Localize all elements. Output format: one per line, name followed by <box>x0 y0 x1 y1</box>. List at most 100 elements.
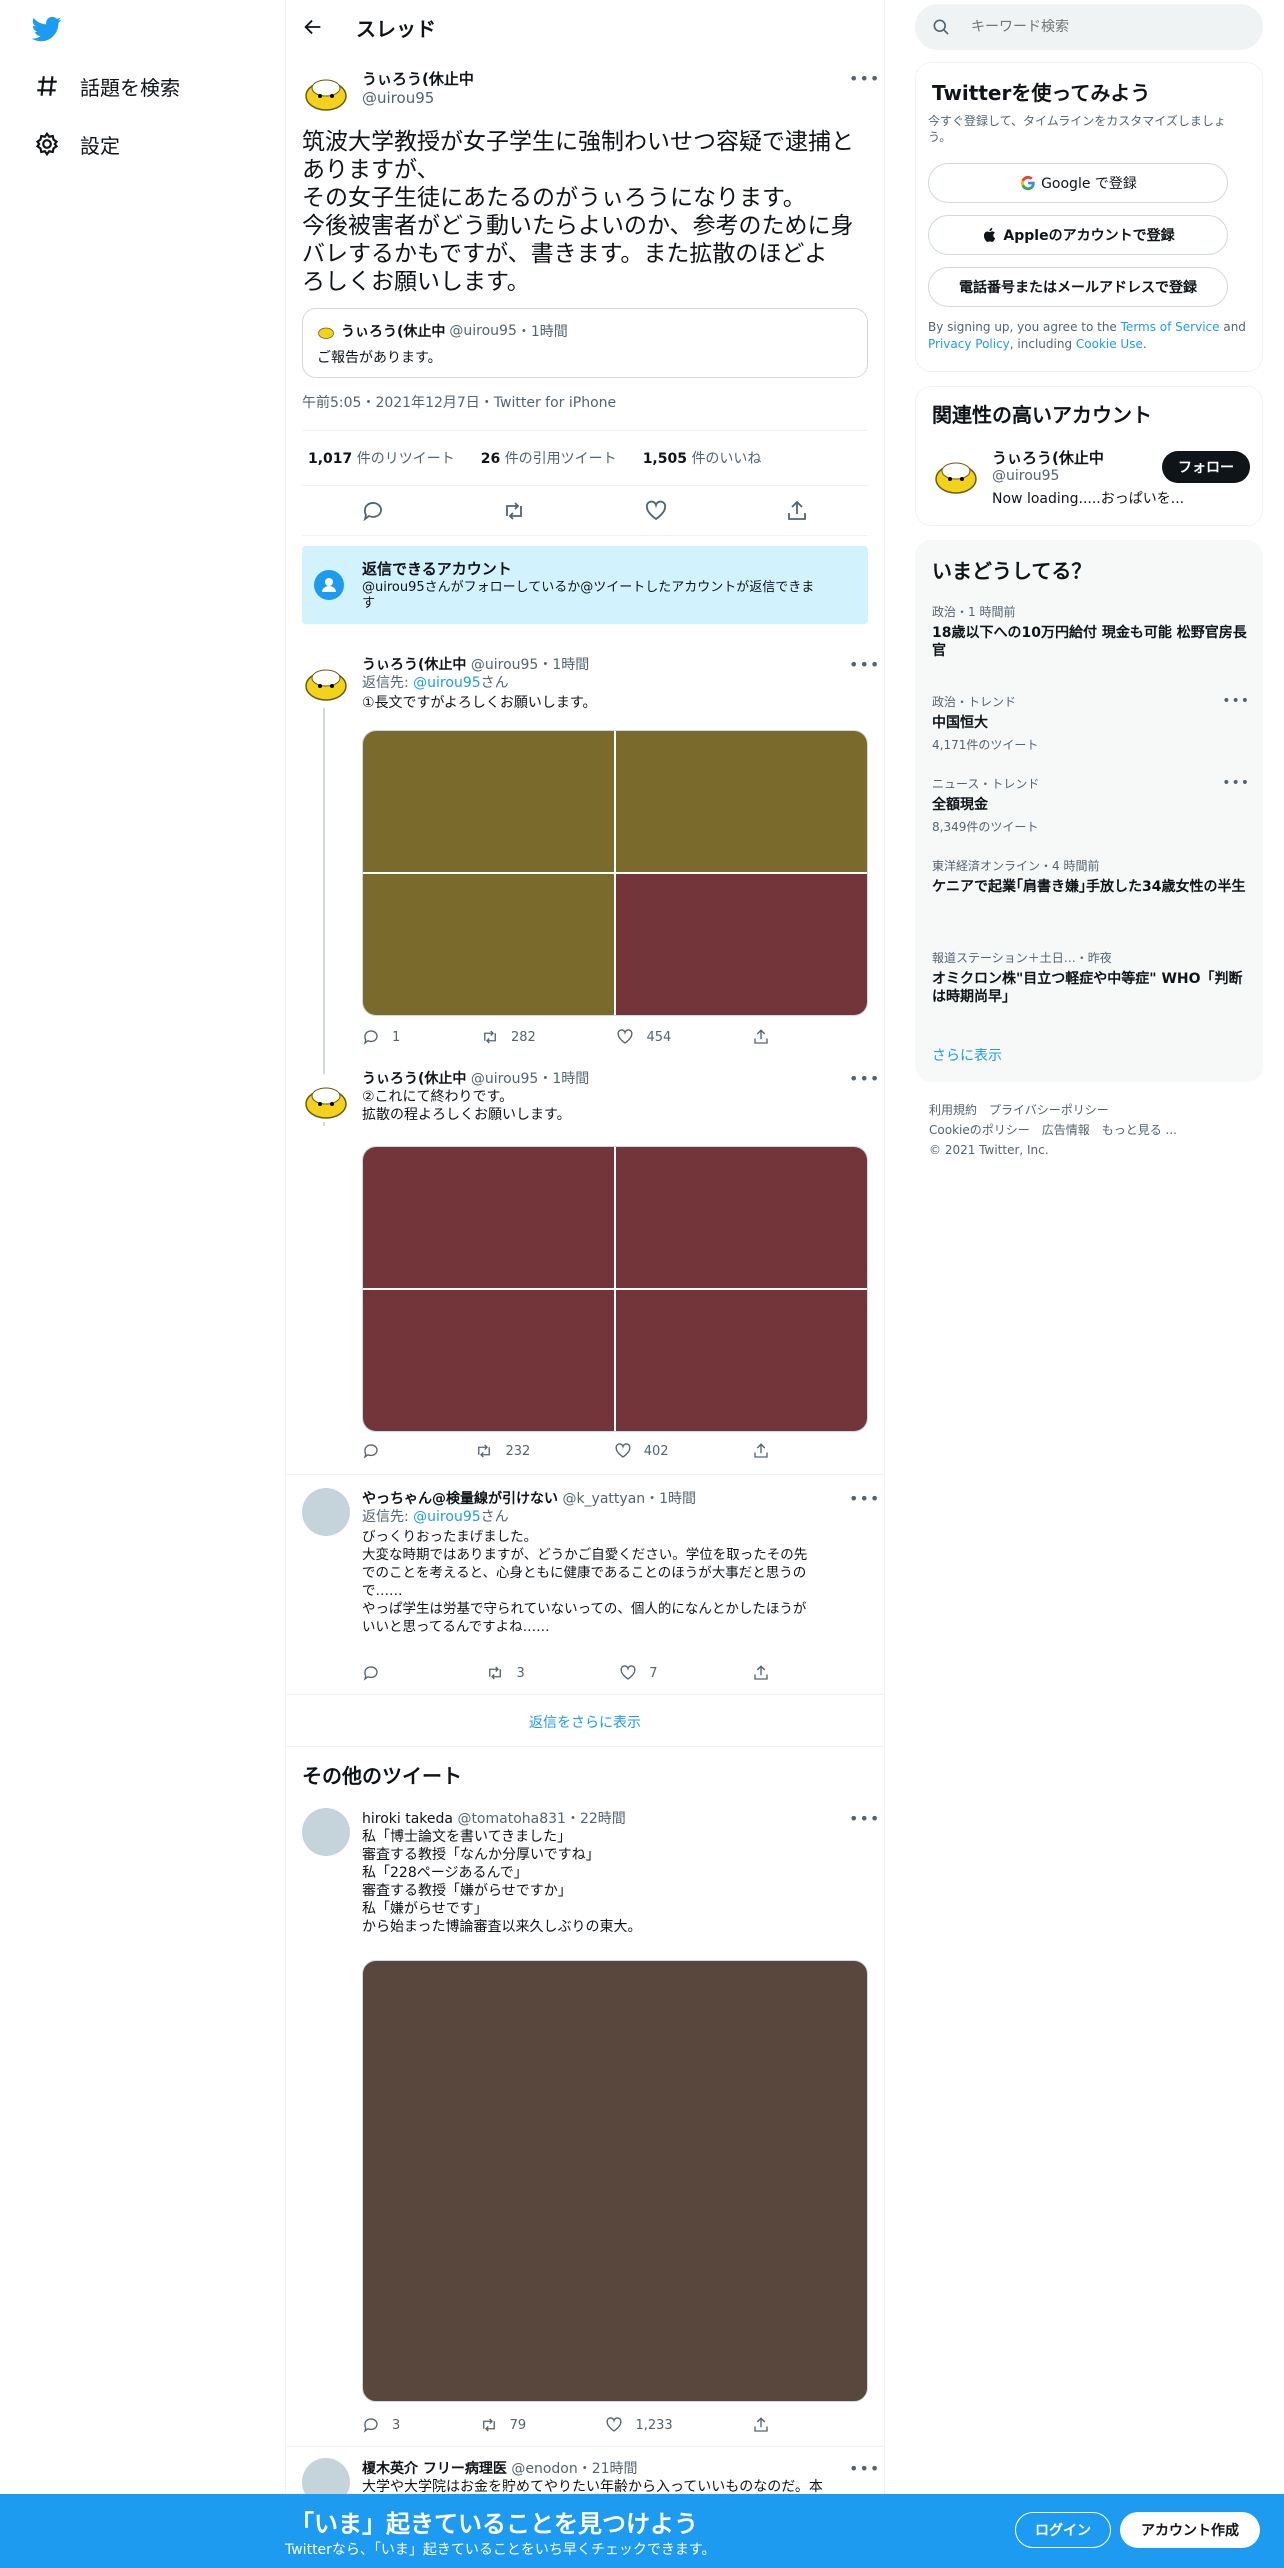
phone-email-signup-button[interactable]: 電話番号またはメールアドレスで登録 <box>928 267 1228 307</box>
retweet-button[interactable]: 282 <box>481 1028 536 1046</box>
author-handle[interactable]: @uirou95 <box>471 1071 538 1087</box>
other-tweet[interactable]: 榎木英介 フリー病理医 @enodon・21時間 ••• 大学や大学院はお金を貯… <box>286 2454 884 2494</box>
media-image[interactable] <box>363 731 614 872</box>
like-count-link[interactable]: 1,505 件のいいね <box>643 448 762 468</box>
tweet-media[interactable] <box>362 730 868 1016</box>
retweet-button[interactable]: 232 <box>475 1442 530 1460</box>
media-image[interactable] <box>616 1147 867 1288</box>
trend-item[interactable]: ニュース・トレンド 全額現金 8,349件のツイート ••• <box>932 775 1250 835</box>
relevant-account[interactable]: うぃろう(休止中 @uirou95 Now loading.....おっぱいを.… <box>992 447 1184 508</box>
back-arrow-icon[interactable] <box>302 16 324 38</box>
trend-item[interactable]: 政治・1 時間前 18歳以下への10万円給付 現金も可能 松野官房長官 <box>932 603 1250 660</box>
twitter-logo-icon[interactable] <box>30 14 64 44</box>
privacy-link[interactable]: Privacy Policy <box>928 337 1010 351</box>
retweet-count-link[interactable]: 1,017 件のリツイート <box>308 448 455 468</box>
follow-button[interactable]: フォロー <box>1162 451 1250 483</box>
signup-button[interactable]: アカウント作成 <box>1120 2512 1260 2548</box>
more-options-icon[interactable]: ••• <box>849 657 879 673</box>
more-options-icon[interactable]: ••• <box>849 1071 879 1087</box>
thread-reply-1[interactable]: うぃろう(休止中 @uirou95・1時間 ••• 返信先: @uirou95さ… <box>286 650 884 1126</box>
avatar[interactable] <box>302 2458 350 2494</box>
more-options-icon[interactable]: ••• <box>849 1811 879 1827</box>
avatar[interactable] <box>932 449 980 497</box>
author-handle[interactable]: @uirou95 <box>471 657 538 673</box>
trend-item[interactable]: 政治・トレンド 中国恒大 4,171件のツイート ••• <box>932 693 1250 753</box>
share-icon[interactable] <box>785 499 809 523</box>
reply-icon[interactable] <box>361 499 385 523</box>
avatar[interactable] <box>302 1074 350 1122</box>
media-image[interactable] <box>363 1147 614 1288</box>
trend-item[interactable]: 東洋経済オンライン・4 時間前 ケニアで起業｢肩書き嫌｣手放した34歳女性の半生 <box>932 857 1250 896</box>
quoted-tweet[interactable]: うぃろう(休止中 @uirou95 ・ 1時間 ご報告があります。 <box>302 308 868 378</box>
footer-line-2[interactable]: Cookieのポリシー 広告情報 もっと見る ... <box>929 1120 1249 1140</box>
more-options-icon[interactable]: ••• <box>849 2461 879 2477</box>
author-name[interactable]: うぃろう(休止中 <box>362 1071 466 1087</box>
tweet-time[interactable]: 1時間 <box>552 1071 589 1087</box>
media-image[interactable] <box>616 731 867 872</box>
apple-signup-button[interactable]: Appleのアカウントで登録 <box>928 215 1228 255</box>
google-signup-button[interactable]: Google で登録 <box>928 163 1228 203</box>
tweet-time[interactable]: 21時間 <box>592 2461 638 2477</box>
like-button[interactable]: 402 <box>614 1442 669 1460</box>
more-options-icon[interactable]: ••• <box>1222 693 1250 709</box>
share-button[interactable] <box>752 2416 782 2434</box>
thread-reply-2[interactable]: うぃろう(休止中 @uirou95・1時間 ••• ②これにて終わりです。 拡散… <box>286 1064 884 1474</box>
tweet-meta[interactable]: 午前5:05・2021年12月7日・Twitter for iPhone <box>302 392 616 412</box>
share-button[interactable] <box>752 1664 782 1682</box>
retweet-button[interactable]: 3 <box>486 1664 525 1682</box>
author-handle[interactable]: @k_yattyan <box>562 1491 645 1507</box>
retweet-icon[interactable] <box>502 499 526 523</box>
quote-count-link[interactable]: 26 件の引用ツイート <box>481 448 617 468</box>
search-box[interactable] <box>915 4 1263 50</box>
tweet-media[interactable] <box>362 1960 868 2402</box>
search-input[interactable] <box>971 19 1231 35</box>
like-button[interactable]: 7 <box>619 1664 658 1682</box>
like-button[interactable]: 454 <box>616 1028 671 1046</box>
reply-to-link[interactable]: @uirou95 <box>413 675 480 691</box>
avatar[interactable] <box>302 656 350 704</box>
media-image[interactable] <box>616 1290 867 1431</box>
footer-line-1[interactable]: 利用規約 プライバシーポリシー <box>929 1100 1249 1120</box>
other-tweet[interactable]: hiroki takeda @tomatoha831・22時間 ••• 私「博士… <box>286 1804 884 2444</box>
trend-item[interactable]: 報道ステーション＋土日…・昨夜 オミクロン株"目立つ軽症や中等症" WHO「判断… <box>932 949 1250 1006</box>
author-handle[interactable]: @enodon <box>511 2461 577 2477</box>
author-handle[interactable]: @tomatoha831 <box>457 1811 566 1827</box>
more-options-icon[interactable]: ••• <box>1222 775 1250 791</box>
show-more-replies-link[interactable]: 返信をさらに表示 <box>286 1712 884 1732</box>
tweet-time[interactable]: 1時間 <box>659 1491 696 1507</box>
author-name[interactable]: うぃろう(休止中 <box>362 68 474 89</box>
tweet-time[interactable]: 1時間 <box>552 657 589 673</box>
media-image[interactable] <box>616 874 867 1015</box>
tweet-time[interactable]: 22時間 <box>580 1811 626 1827</box>
author-name[interactable]: hiroki takeda <box>362 1811 453 1827</box>
reply-tweet[interactable]: やっちゃん@検量線が引けない @k_yattyan・1時間 ••• 返信先: @… <box>286 1484 884 1684</box>
cookie-link[interactable]: Cookie Use <box>1076 337 1143 351</box>
reply-button[interactable]: 3 <box>362 2416 400 2434</box>
terms-link[interactable]: Terms of Service <box>1121 320 1220 334</box>
login-button[interactable]: ログイン <box>1015 2512 1111 2548</box>
like-button[interactable]: 1,233 <box>605 2416 673 2434</box>
media-image[interactable] <box>363 1290 614 1431</box>
reply-button[interactable]: 1 <box>362 1028 400 1046</box>
like-icon[interactable] <box>644 499 668 523</box>
reply-button[interactable] <box>362 1442 392 1460</box>
more-options-icon[interactable]: ••• <box>849 1491 879 1507</box>
nav-settings[interactable]: 設定 <box>34 124 120 164</box>
author-name[interactable]: やっちゃん@検量線が引けない <box>362 1491 558 1507</box>
media-image[interactable] <box>363 874 614 1015</box>
avatar[interactable] <box>302 1488 350 1536</box>
more-options-icon[interactable]: ••• <box>849 71 879 87</box>
nav-explore[interactable]: 話題を検索 <box>34 66 180 106</box>
show-more-trends-link[interactable]: さらに表示 <box>932 1045 1002 1065</box>
share-button[interactable] <box>752 1028 782 1046</box>
share-button[interactable] <box>752 1442 782 1460</box>
author-name[interactable]: 榎木英介 フリー病理医 <box>362 2461 507 2477</box>
avatar[interactable] <box>302 1808 350 1856</box>
reply-to-link[interactable]: @uirou95 <box>413 1509 480 1525</box>
avatar[interactable] <box>302 66 350 114</box>
tweet-media[interactable] <box>362 1146 868 1432</box>
retweet-button[interactable]: 79 <box>480 2416 526 2434</box>
author-name[interactable]: うぃろう(休止中 <box>362 657 466 673</box>
reply-button[interactable] <box>362 1664 392 1682</box>
author-handle[interactable]: @uirou95 <box>362 89 474 107</box>
